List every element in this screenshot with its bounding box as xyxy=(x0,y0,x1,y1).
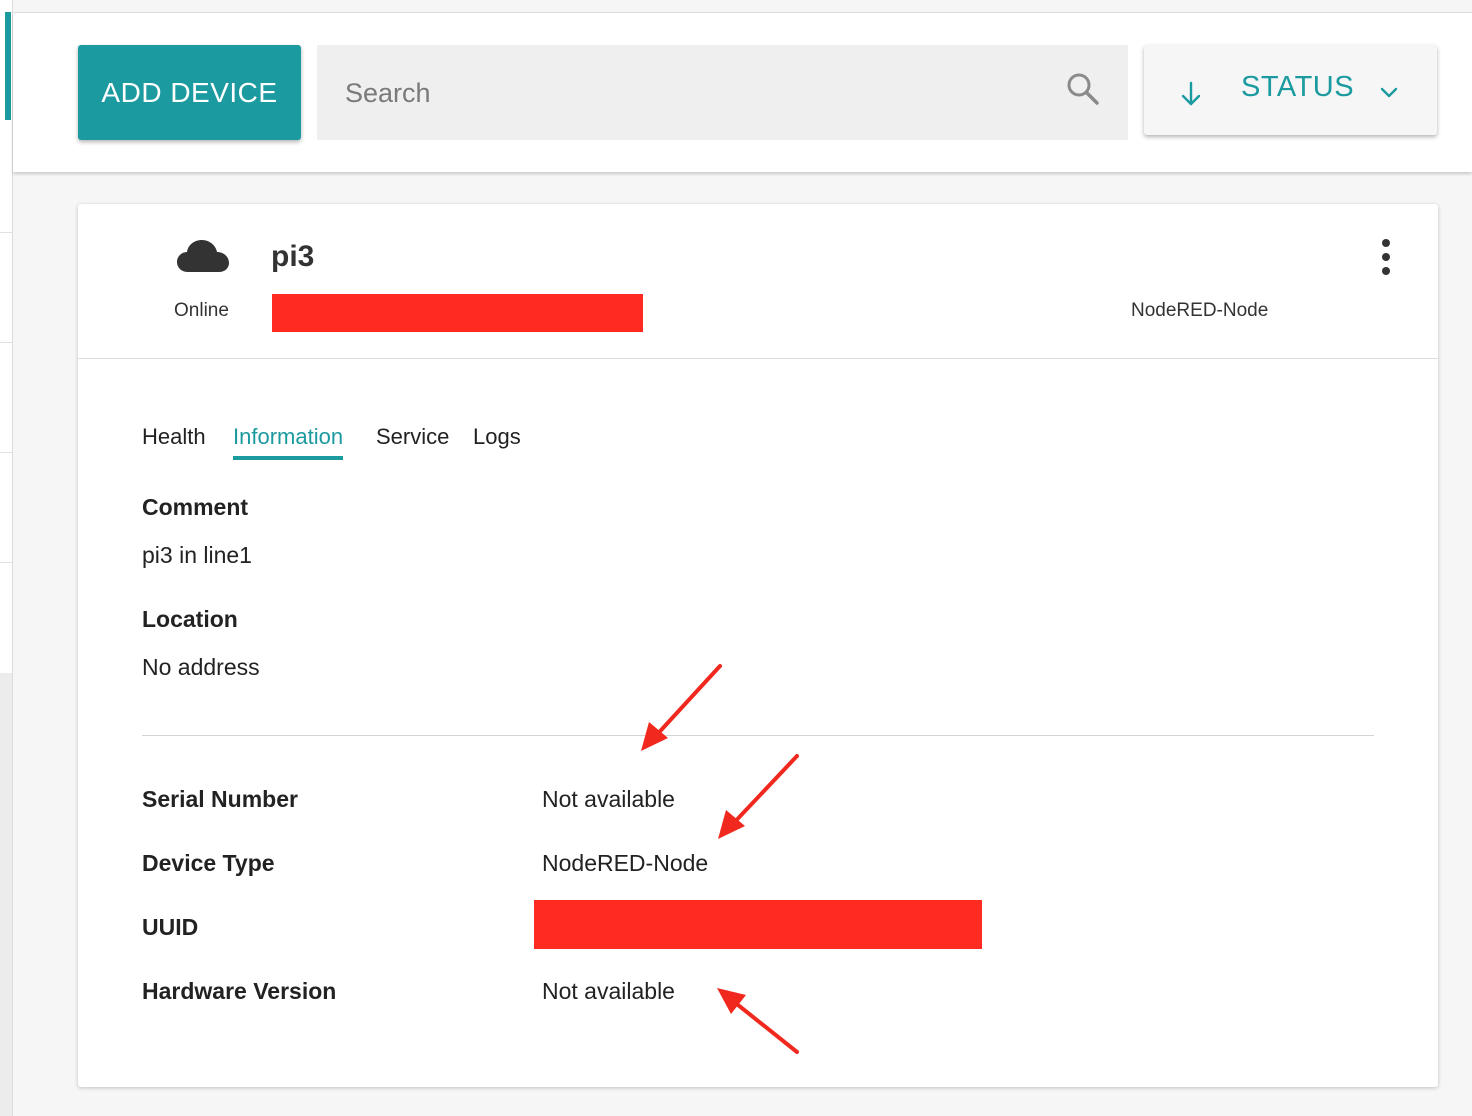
left-rail xyxy=(0,0,13,1116)
hardware-version-label: Hardware Version xyxy=(142,978,337,1004)
tab-health[interactable]: Health xyxy=(142,424,206,450)
more-vertical-icon[interactable] xyxy=(1373,238,1399,278)
comment-value: pi3 in line1 xyxy=(142,542,252,568)
info-divider xyxy=(142,735,1374,736)
status-sort-button[interactable]: STATUS xyxy=(1144,45,1437,135)
tab-information[interactable]: Information xyxy=(233,424,344,460)
device-type-label: Device Type xyxy=(142,850,275,876)
nav-active-indicator xyxy=(5,12,11,120)
uuid-label: UUID xyxy=(142,914,199,940)
search-input[interactable] xyxy=(343,67,1047,119)
nav-divider xyxy=(0,232,12,233)
location-label: Location xyxy=(142,606,238,632)
uuid-redaction-box xyxy=(534,900,982,949)
nav-divider xyxy=(0,562,12,563)
tab-service[interactable]: Service xyxy=(376,424,449,450)
location-value: No address xyxy=(142,654,260,680)
add-device-button[interactable]: ADD DEVICE xyxy=(78,45,301,140)
device-status-text: Online xyxy=(174,300,229,321)
nav-footer xyxy=(0,673,12,1116)
serial-number-label: Serial Number xyxy=(142,786,298,812)
chevron-down-icon xyxy=(1380,87,1398,98)
device-card: Online pi3 NodeRED-Node Health Informati… xyxy=(78,204,1438,1087)
arrow-down-icon xyxy=(1181,81,1201,106)
search-icon[interactable] xyxy=(1066,72,1100,106)
device-toolbar: ADD DEVICE STATUS xyxy=(13,12,1472,172)
serial-number-value: Not available xyxy=(542,786,675,812)
card-divider xyxy=(78,358,1438,359)
tab-logs[interactable]: Logs xyxy=(473,424,521,450)
device-type-summary: NodeRED-Node xyxy=(1131,300,1269,321)
search-box[interactable] xyxy=(317,45,1128,140)
hardware-version-value: Not available xyxy=(542,978,675,1004)
device-name: pi3 xyxy=(271,240,315,273)
nav-divider xyxy=(0,452,12,453)
cloud-icon xyxy=(177,240,229,272)
comment-label: Comment xyxy=(142,494,249,520)
device-type-value: NodeRED-Node xyxy=(542,850,709,876)
nav-divider xyxy=(0,342,12,343)
redaction-box xyxy=(272,294,643,332)
status-sort-label: STATUS xyxy=(1241,71,1355,103)
